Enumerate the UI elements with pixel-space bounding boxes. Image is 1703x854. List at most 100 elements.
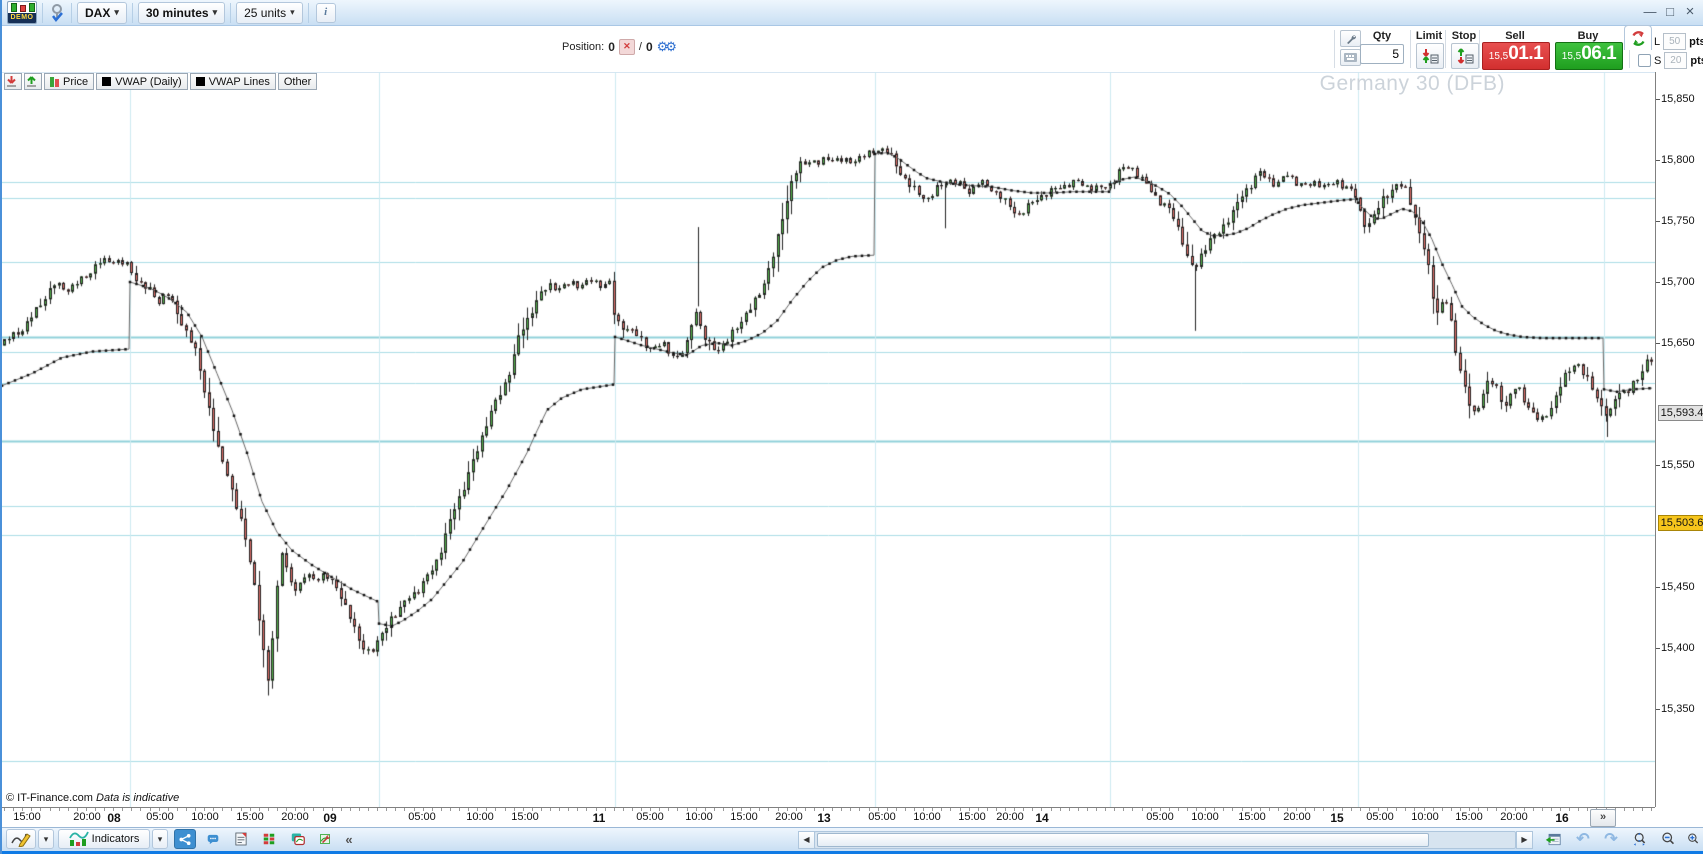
time-minor-tick — [140, 808, 141, 811]
stop-distance-input[interactable] — [1664, 52, 1688, 69]
session-level-price-marker: 15,503.6 — [1658, 514, 1703, 531]
price-tick-label: 15,450 — [1656, 581, 1695, 593]
chat-icon[interactable] — [202, 829, 224, 849]
time-minor-tick — [905, 808, 906, 811]
stop-distance-checkbox[interactable] — [1638, 54, 1651, 67]
buy-price: 06.1 — [1581, 43, 1617, 64]
time-tick-label: 05:00 — [1146, 811, 1174, 823]
minimize-button[interactable]: — — [1643, 4, 1657, 20]
time-minor-tick — [1533, 808, 1534, 811]
indicators-dropdown[interactable]: ▾ — [152, 829, 168, 849]
zoom-fit-icon[interactable] — [1628, 829, 1652, 849]
time-tick-label: 10:00 — [191, 811, 219, 823]
new-chart-window-icon[interactable] — [286, 829, 310, 849]
close-button[interactable]: × — [1683, 4, 1697, 20]
drawing-tools-dropdown[interactable]: ▾ — [38, 829, 54, 849]
time-tick-label: 10:00 — [685, 811, 713, 823]
share-icon[interactable] — [174, 829, 196, 849]
time-minor-tick — [614, 808, 615, 811]
scroll-forward-button[interactable]: » — [1590, 809, 1616, 827]
time-minor-tick — [1587, 808, 1588, 811]
time-minor-tick — [1078, 808, 1079, 811]
time-tick-label: 15:00 — [236, 811, 264, 823]
sell-button[interactable]: 15,5 01.1 — [1482, 42, 1550, 70]
limit-order-button[interactable] — [1416, 43, 1444, 69]
maximize-button[interactable]: □ — [1663, 4, 1677, 20]
chart-settings-icon[interactable] — [314, 829, 336, 849]
limit-distance-input[interactable] — [1663, 33, 1687, 50]
time-tick-label: 05:00 — [408, 811, 436, 823]
price-axis[interactable]: 15,850 15,800 15,750 15,700 15,650 15,550 15,4… — [1655, 72, 1703, 807]
indicators-button[interactable]: Indicators — [58, 829, 150, 849]
quantity-input[interactable] — [1360, 44, 1404, 64]
time-minor-tick — [1351, 808, 1352, 811]
drawing-tools-button[interactable] — [6, 829, 36, 849]
time-minor-tick — [395, 808, 396, 811]
time-tick-label: 05:00 — [146, 811, 174, 823]
timeframe-selector[interactable]: 30 minutes ▾ — [137, 1, 226, 24]
news-icon[interactable] — [230, 829, 252, 849]
time-minor-tick — [814, 808, 815, 811]
time-minor-tick — [222, 808, 223, 811]
day-tick-label: 15 — [1330, 811, 1344, 825]
chart-scrollbar[interactable] — [814, 831, 1516, 849]
expand-indicator-up-icon[interactable] — [24, 73, 42, 90]
zoom-in-icon[interactable] — [1682, 829, 1703, 849]
legend-item-vwap-lines[interactable]: VWAP Lines — [189, 73, 276, 90]
order-settings-wrench-icon[interactable] — [1340, 30, 1361, 47]
units-selector[interactable]: 25 units ▾ — [236, 1, 303, 24]
limit-checkbox-label: L — [1654, 35, 1661, 48]
market-depth-icon[interactable] — [258, 829, 280, 849]
time-minor-tick — [1487, 808, 1488, 811]
time-minor-tick — [377, 808, 378, 811]
time-tick-label: 15:00 — [511, 811, 539, 823]
undo-icon[interactable]: ↶ — [1572, 829, 1594, 849]
collapse-indicator-down-icon[interactable] — [4, 73, 22, 90]
time-tick-label: 10:00 — [466, 811, 494, 823]
keyboard-entry-icon[interactable] — [1340, 49, 1361, 66]
time-minor-tick — [459, 808, 460, 811]
time-minor-tick — [632, 808, 633, 811]
time-tick-label: 20:00 — [996, 811, 1024, 823]
scroll-right-arrow[interactable]: ▶ — [1516, 831, 1533, 849]
time-minor-tick — [586, 808, 587, 811]
time-tick-label: 05:00 — [636, 811, 664, 823]
link-pin-icon[interactable] — [49, 3, 65, 22]
instrument-selector[interactable]: DAX ▾ — [77, 1, 127, 24]
legend-item-price[interactable]: Price — [44, 73, 95, 90]
vwap-lines-color-swatch — [195, 77, 205, 86]
time-minor-tick — [1651, 808, 1652, 811]
time-axis[interactable]: 15:00 20:00 08 05:00 10:00 15:00 20:00 09 05:00 1… — [2, 807, 1655, 828]
time-minor-tick — [568, 808, 569, 811]
info-button[interactable]: i — [315, 2, 336, 23]
orders-settings-icon[interactable]: ⚙⚙ — [657, 39, 677, 55]
time-minor-tick — [131, 808, 132, 811]
time-minor-tick — [1032, 808, 1033, 811]
time-minor-tick — [1269, 808, 1270, 811]
go-to-date-icon[interactable] — [1540, 829, 1566, 849]
time-tick-label: 05:00 — [868, 811, 896, 823]
scrollbar-thumb[interactable] — [817, 833, 1429, 847]
scroll-left-arrow[interactable]: ◀ — [798, 831, 815, 849]
time-minor-tick — [59, 808, 60, 811]
legend-item-other[interactable]: Other — [277, 73, 318, 90]
stop-order-button[interactable] — [1451, 43, 1479, 69]
time-minor-tick — [1187, 808, 1188, 811]
redo-icon[interactable]: ↷ — [1600, 829, 1622, 849]
time-minor-tick — [559, 808, 560, 811]
time-minor-tick — [677, 808, 678, 811]
price-chart[interactable] — [2, 72, 1655, 807]
time-minor-tick — [495, 808, 496, 811]
buy-button[interactable]: 15,5 06.1 — [1555, 42, 1623, 70]
time-minor-tick — [668, 808, 669, 811]
refresh-quotes-icon[interactable] — [1624, 25, 1652, 50]
price-tick-label: 15,650 — [1656, 337, 1695, 349]
close-position-icon[interactable]: ✕ — [618, 39, 635, 55]
collapse-toolbar-button[interactable]: « — [340, 829, 358, 849]
time-tick-label: 15:00 — [730, 811, 758, 823]
zoom-out-icon[interactable] — [1656, 829, 1680, 849]
day-tick-label: 16 — [1555, 811, 1569, 825]
time-minor-tick — [1069, 808, 1070, 811]
legend-item-vwap-daily[interactable]: VWAP (Daily) — [96, 73, 188, 90]
time-minor-tick — [723, 808, 724, 811]
